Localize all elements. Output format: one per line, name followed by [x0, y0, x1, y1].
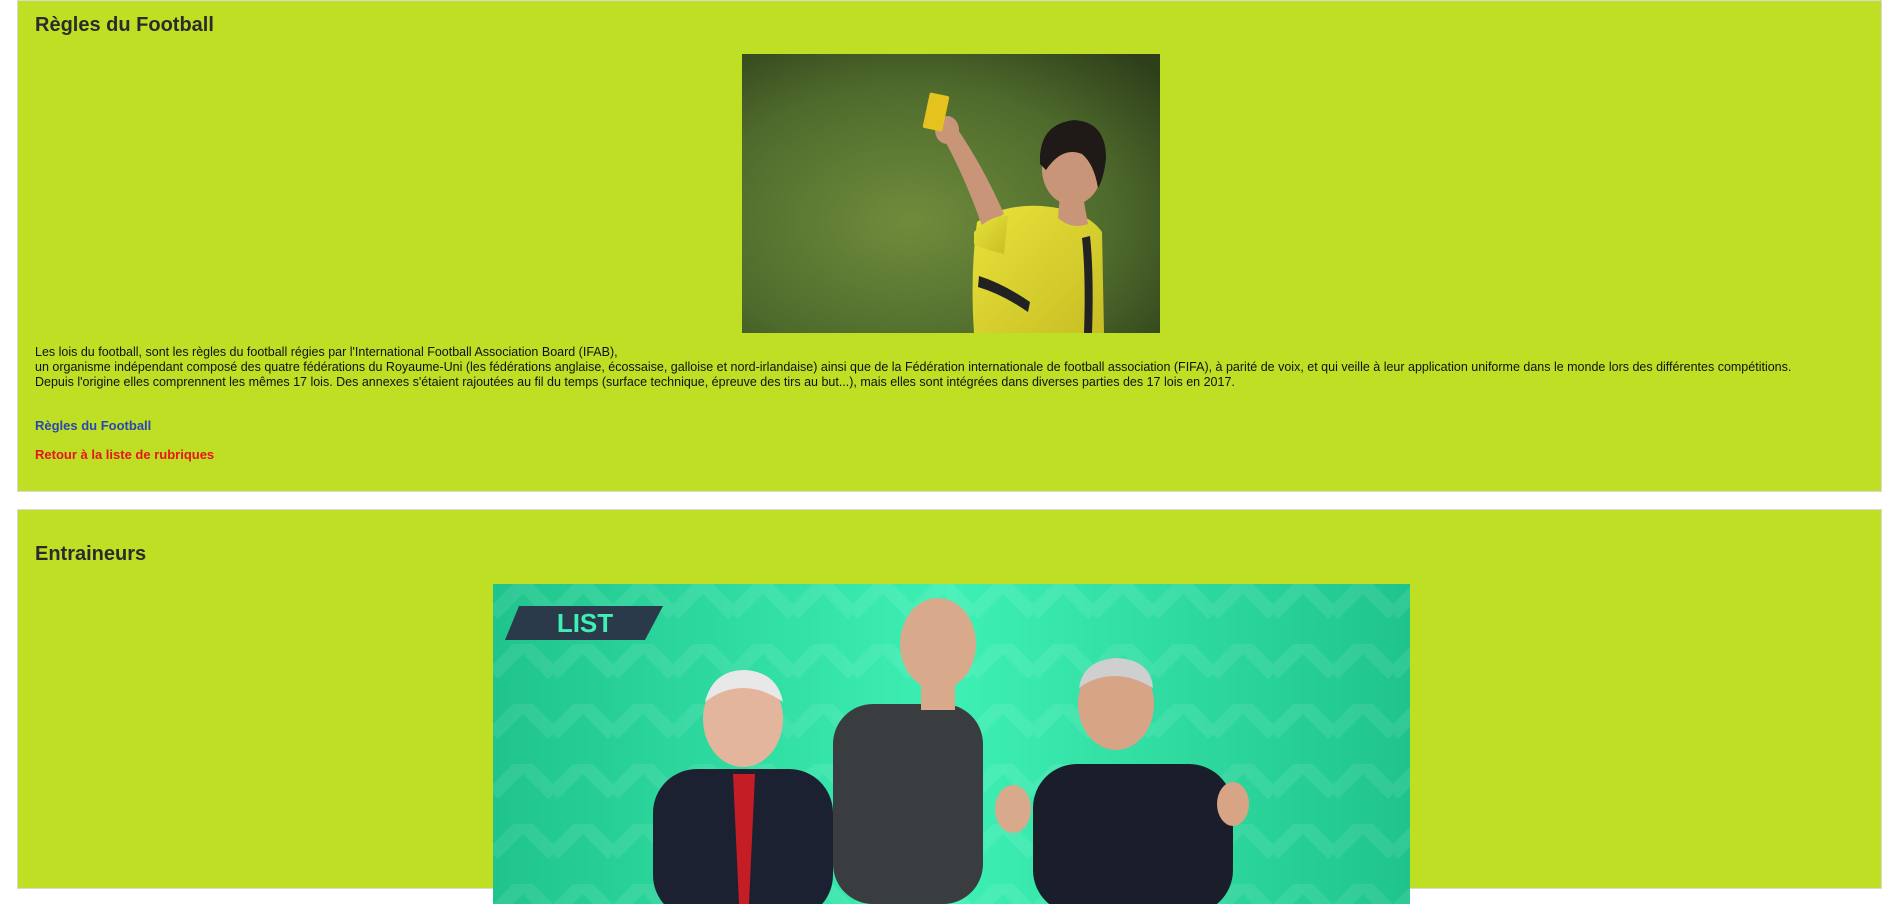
rules-paragraph: Depuis l'origine elles comprennent les m… — [35, 375, 1235, 389]
rules-link[interactable]: Règles du Football — [35, 418, 151, 433]
back-to-list-link[interactable]: Retour à la liste de rubriques — [35, 447, 214, 462]
coaches-banner-image: LIST — [493, 584, 1410, 904]
coaches-section: Entraineurs LIST — [17, 509, 1882, 904]
referee-yellow-card-image — [742, 54, 1160, 333]
rules-section: Règles du Football Les lois du football,… — [17, 0, 1882, 492]
list-badge-label: LIST — [557, 608, 613, 638]
coaches-banner-illustration: LIST — [493, 584, 1410, 904]
referee-photo-illustration — [742, 54, 1160, 333]
rules-description: Les lois du football, sont les règles du… — [35, 345, 1865, 390]
section-title: Règles du Football — [35, 14, 214, 36]
rules-paragraph: Les lois du football, sont les règles du… — [35, 345, 618, 359]
rules-paragraph: un organisme indépendant composé des qua… — [35, 360, 1792, 374]
section-title: Entraineurs — [35, 543, 147, 565]
